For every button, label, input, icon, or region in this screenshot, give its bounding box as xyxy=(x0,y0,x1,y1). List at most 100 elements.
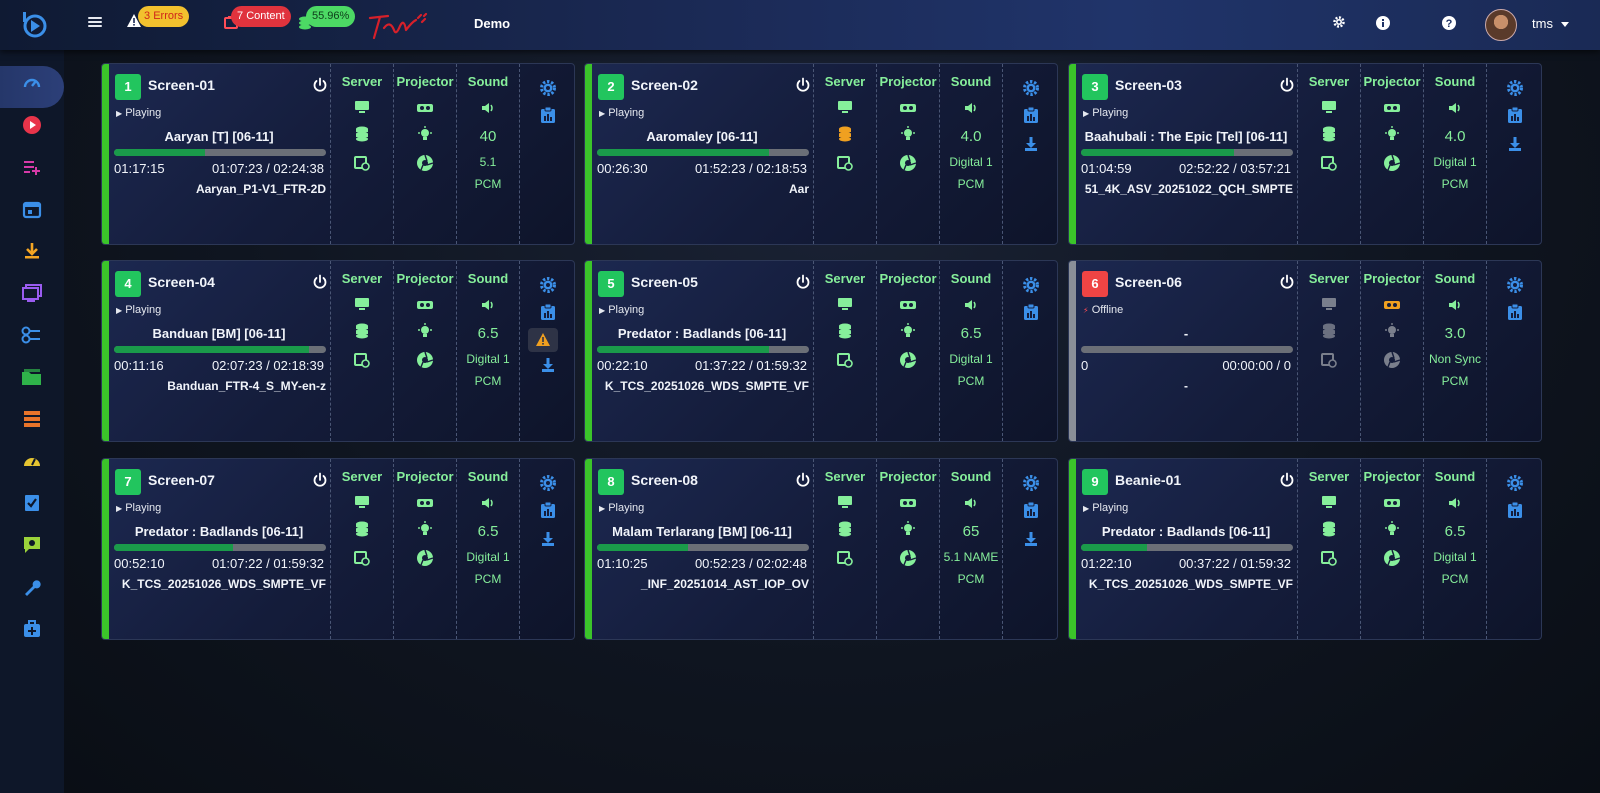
settings-icon[interactable] xyxy=(1506,474,1524,492)
menu-toggle-button[interactable] xyxy=(88,15,102,29)
lamp-icon[interactable] xyxy=(417,126,433,142)
power-icon[interactable] xyxy=(312,77,328,93)
projector-icon[interactable] xyxy=(899,497,917,509)
server-database-icon[interactable] xyxy=(838,521,852,537)
projector-icon[interactable] xyxy=(416,102,434,114)
projector-icon[interactable] xyxy=(1383,102,1401,114)
user-name[interactable]: tms xyxy=(1532,16,1553,31)
server-schedule-icon[interactable] xyxy=(837,550,853,566)
server-schedule-icon[interactable] xyxy=(354,352,370,368)
report-clipboard-icon[interactable] xyxy=(540,303,556,321)
screen-name[interactable]: Screen-03 xyxy=(1115,77,1182,93)
volume-icon[interactable] xyxy=(964,299,978,311)
server-schedule-icon[interactable] xyxy=(354,550,370,566)
server-database-icon[interactable] xyxy=(1322,323,1336,339)
screen-name[interactable]: Screen-06 xyxy=(1115,274,1182,290)
volume-icon[interactable] xyxy=(1448,497,1462,509)
sidebar-item-playback[interactable] xyxy=(20,113,44,137)
volume-icon[interactable] xyxy=(1448,102,1462,114)
settings-icon[interactable] xyxy=(539,474,557,492)
server-schedule-icon[interactable] xyxy=(354,155,370,171)
server-monitor-icon[interactable] xyxy=(837,297,853,311)
caret-down-icon[interactable] xyxy=(1561,22,1569,27)
shutter-icon[interactable] xyxy=(899,549,917,567)
sidebar-item-content[interactable] xyxy=(20,365,44,389)
volume-icon[interactable] xyxy=(1448,299,1462,311)
settings-gear-icon[interactable] xyxy=(1332,15,1346,29)
shutter-icon[interactable] xyxy=(1383,351,1401,369)
projector-icon[interactable] xyxy=(1383,299,1401,311)
errors-badge[interactable]: 3 Errors xyxy=(138,6,190,27)
server-database-icon[interactable] xyxy=(1322,521,1336,537)
server-database-icon[interactable] xyxy=(355,521,369,537)
server-monitor-icon[interactable] xyxy=(1321,495,1337,509)
lamp-icon[interactable] xyxy=(1384,323,1400,339)
sidebar-item-schedule[interactable] xyxy=(20,197,44,221)
sidebar-item-ingest[interactable] xyxy=(20,239,44,263)
projector-icon[interactable] xyxy=(1383,497,1401,509)
shutter-icon[interactable] xyxy=(1383,549,1401,567)
download-content-icon[interactable] xyxy=(540,357,556,373)
screen-name[interactable]: Screen-08 xyxy=(631,472,698,488)
power-icon[interactable] xyxy=(312,274,328,290)
shutter-icon[interactable] xyxy=(899,154,917,172)
sidebar-item-support[interactable] xyxy=(20,617,44,641)
report-clipboard-icon[interactable] xyxy=(1023,303,1039,321)
server-monitor-icon[interactable] xyxy=(354,495,370,509)
volume-icon[interactable] xyxy=(964,497,978,509)
server-monitor-icon[interactable] xyxy=(354,100,370,114)
download-content-icon[interactable] xyxy=(1023,531,1039,547)
server-monitor-icon[interactable] xyxy=(1321,297,1337,311)
sidebar-item-tools[interactable] xyxy=(20,575,44,599)
power-icon[interactable] xyxy=(795,274,811,290)
server-database-icon[interactable] xyxy=(1322,126,1336,142)
server-database-icon[interactable] xyxy=(838,126,852,142)
screen-name[interactable]: Screen-02 xyxy=(631,77,698,93)
shutter-icon[interactable] xyxy=(416,351,434,369)
settings-icon[interactable] xyxy=(539,276,557,294)
download-content-icon[interactable] xyxy=(1023,136,1039,152)
screen-name[interactable]: Screen-01 xyxy=(148,77,215,93)
lamp-icon[interactable] xyxy=(900,323,916,339)
server-database-icon[interactable] xyxy=(355,323,369,339)
download-content-icon[interactable] xyxy=(540,531,556,547)
help-icon[interactable]: ? xyxy=(1441,15,1457,31)
sidebar-item-settings-messages[interactable] xyxy=(20,533,44,557)
lamp-icon[interactable] xyxy=(417,521,433,537)
settings-icon[interactable] xyxy=(1022,79,1040,97)
volume-icon[interactable] xyxy=(481,497,495,509)
shutter-icon[interactable] xyxy=(1383,154,1401,172)
lamp-icon[interactable] xyxy=(900,126,916,142)
report-clipboard-icon[interactable] xyxy=(1507,303,1523,321)
settings-icon[interactable] xyxy=(1022,276,1040,294)
report-clipboard-icon[interactable] xyxy=(1507,106,1523,124)
power-icon[interactable] xyxy=(795,77,811,93)
lamp-icon[interactable] xyxy=(1384,126,1400,142)
volume-icon[interactable] xyxy=(481,299,495,311)
report-clipboard-icon[interactable] xyxy=(540,106,556,124)
report-clipboard-icon[interactable] xyxy=(1023,501,1039,519)
sidebar-item-tasks[interactable] xyxy=(20,491,44,515)
sidebar-item-playlist[interactable] xyxy=(20,155,44,179)
app-logo[interactable] xyxy=(20,10,48,40)
download-content-icon[interactable] xyxy=(1507,136,1523,152)
screen-name[interactable]: Beanie-01 xyxy=(1115,472,1181,488)
server-monitor-icon[interactable] xyxy=(837,100,853,114)
screen-name[interactable]: Screen-05 xyxy=(631,274,698,290)
shutter-icon[interactable] xyxy=(899,351,917,369)
projector-icon[interactable] xyxy=(899,299,917,311)
power-icon[interactable] xyxy=(312,472,328,488)
info-icon[interactable] xyxy=(1375,15,1391,31)
lamp-icon[interactable] xyxy=(900,521,916,537)
sidebar-item-monitoring[interactable] xyxy=(20,449,44,473)
volume-icon[interactable] xyxy=(964,102,978,114)
server-monitor-icon[interactable] xyxy=(354,297,370,311)
power-icon[interactable] xyxy=(795,472,811,488)
sidebar-item-dashboard[interactable] xyxy=(20,71,44,95)
content-badge[interactable]: 7 Content xyxy=(231,6,291,27)
settings-icon[interactable] xyxy=(1506,276,1524,294)
report-clipboard-icon[interactable] xyxy=(1507,501,1523,519)
volume-icon[interactable] xyxy=(481,102,495,114)
server-schedule-icon[interactable] xyxy=(1321,155,1337,171)
server-database-icon[interactable] xyxy=(838,323,852,339)
